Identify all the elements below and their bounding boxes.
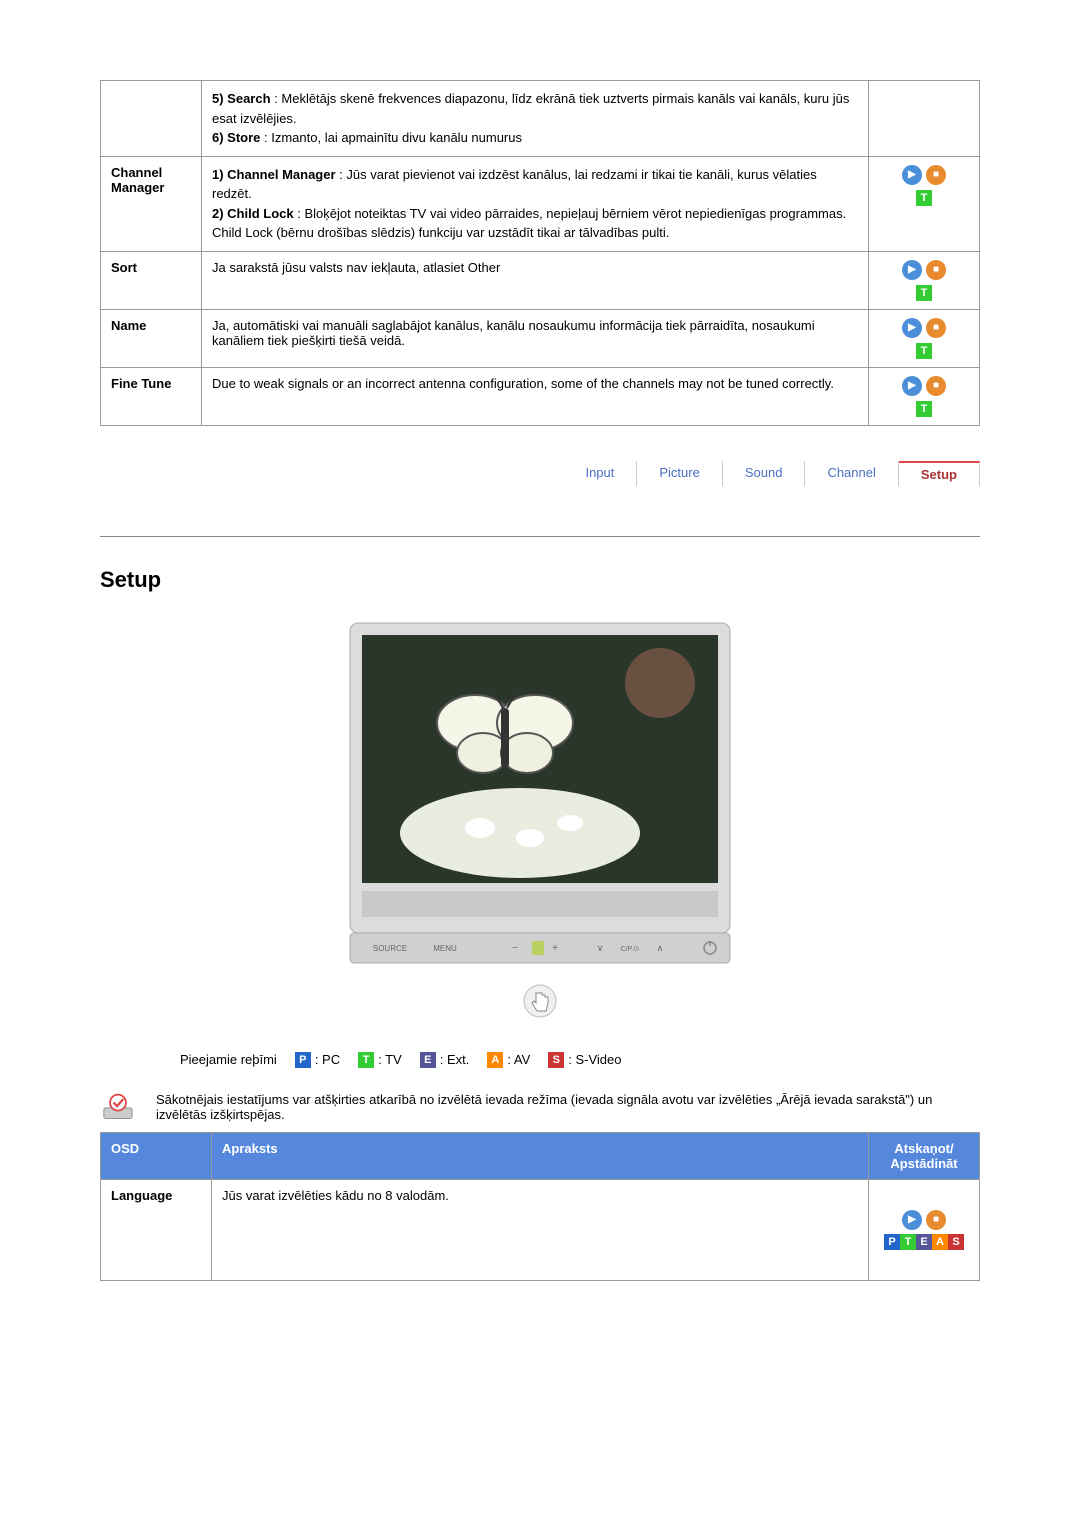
stop-icon: ■ (926, 318, 946, 338)
hand-cursor-icon (100, 983, 980, 1022)
mode-ext: E: Ext. (420, 1052, 470, 1068)
setup-table: OSD Apraksts Atskaņot/ Apstādināt Langua… (100, 1132, 980, 1281)
tab-picture[interactable]: Picture (637, 461, 722, 486)
mode-badges: P T E A S (879, 1234, 969, 1250)
modes-label: Pieejamie reþīmi (180, 1052, 277, 1067)
play-icon: ▶ (902, 376, 922, 396)
play-icon: ▶ (902, 260, 922, 280)
table-header: OSD Apraksts Atskaņot/ Apstādināt (101, 1132, 980, 1179)
note-text: Sākotnējais iestatījums var atšķirties a… (156, 1092, 980, 1122)
tab-input[interactable]: Input (563, 461, 637, 486)
row-label: Fine Tune (101, 367, 202, 425)
row-desc: Jūs varat izvēlēties kādu no 8 valodām. (212, 1179, 869, 1280)
mode-badge-t: T (916, 401, 932, 417)
mode-pc: P: PC (295, 1052, 340, 1068)
tab-channel[interactable]: Channel (805, 461, 898, 486)
mode-tv: T: TV (358, 1052, 402, 1068)
row-desc: Ja sarakstā jūsu valsts nav iekļauta, at… (202, 251, 869, 309)
monitor-illustration: SOURCE MENU − + ∨ C/P.⊙ ∧ (100, 613, 980, 973)
table-row: Fine Tune Due to weak signals or an inco… (101, 367, 980, 425)
row-desc: Ja, automātiski vai manuāli saglabājot k… (202, 309, 869, 367)
play-icon: ▶ (902, 165, 922, 185)
svg-text:∨: ∨ (597, 943, 604, 953)
row-label: Sort (101, 251, 202, 309)
header-play: Atskaņot/ Apstādināt (869, 1132, 980, 1179)
row-icons: ▶■ P T E A S (869, 1179, 980, 1280)
stop-icon: ■ (926, 260, 946, 280)
row-label (101, 81, 202, 157)
row-icons: ▶■ T (869, 156, 980, 251)
nav-tabs: Input Picture Sound Channel Setup (100, 461, 980, 486)
table-row: Language Jūs varat izvēlēties kādu no 8 … (101, 1179, 980, 1280)
available-modes: Pieejamie reþīmi P: PC T: TV E: Ext. A: … (180, 1052, 980, 1068)
mode-badge-t: T (916, 190, 932, 206)
seg-bold: 5) Search (212, 91, 271, 106)
table-row: Channel Manager 1) Channel Manager : Jūs… (101, 156, 980, 251)
row-icons: ▶■ T (869, 309, 980, 367)
mode-badge-t: T (916, 343, 932, 359)
row-desc: 5) Search : Meklētājs skenē frekvences d… (202, 81, 869, 157)
note: Sākotnējais iestatījums var atšķirties a… (100, 1092, 980, 1122)
tab-setup[interactable]: Setup (899, 461, 980, 486)
svg-text:∧: ∧ (657, 943, 664, 953)
stop-icon: ■ (926, 165, 946, 185)
row-label: Language (101, 1179, 212, 1280)
note-icon (100, 1092, 136, 1122)
table-row: Sort Ja sarakstā jūsu valsts nav iekļaut… (101, 251, 980, 309)
section-title: Setup (100, 567, 980, 593)
header-desc: Apraksts (212, 1132, 869, 1179)
svg-text:−: − (512, 943, 518, 954)
row-label: Channel Manager (101, 156, 202, 251)
stop-icon: ■ (926, 376, 946, 396)
table-row: Name Ja, automātiski vai manuāli saglabā… (101, 309, 980, 367)
svg-text:+: + (552, 943, 558, 954)
row-desc: Due to weak signals or an incorrect ante… (202, 367, 869, 425)
row-icons: ▶■ T (869, 367, 980, 425)
row-icons (869, 81, 980, 157)
mode-svideo: S: S-Video (548, 1052, 621, 1068)
seg-bold: 6) Store (212, 130, 260, 145)
stop-icon: ■ (926, 1210, 946, 1230)
play-icon: ▶ (902, 1210, 922, 1230)
table-row: 5) Search : Meklētājs skenē frekvences d… (101, 81, 980, 157)
row-label: Name (101, 309, 202, 367)
play-icon: ▶ (902, 318, 922, 338)
svg-text:MENU: MENU (433, 944, 457, 953)
row-icons: ▶■ T (869, 251, 980, 309)
mode-badge-t: T (916, 285, 932, 301)
svg-text:C/P.⊙: C/P.⊙ (621, 946, 640, 953)
tab-sound[interactable]: Sound (723, 461, 806, 486)
divider (100, 536, 980, 537)
row-desc: 1) Channel Manager : Jūs varat pievienot… (202, 156, 869, 251)
header-osd: OSD (101, 1132, 212, 1179)
channel-settings-table: 5) Search : Meklētājs skenē frekvences d… (100, 80, 980, 426)
mode-av: A: AV (487, 1052, 530, 1068)
svg-text:SOURCE: SOURCE (373, 944, 407, 953)
